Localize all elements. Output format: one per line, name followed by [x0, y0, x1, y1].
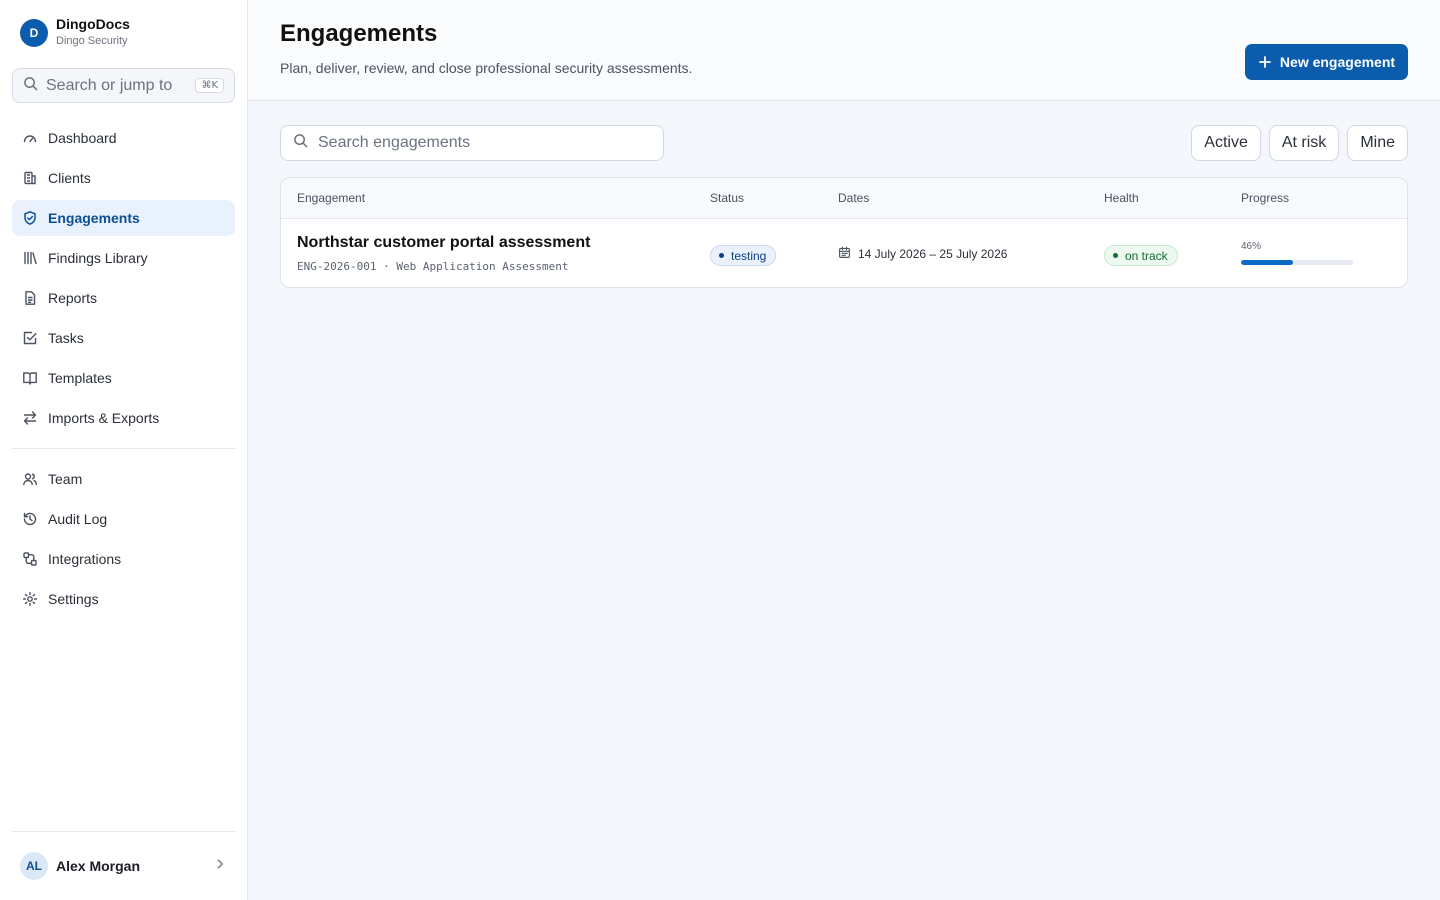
library-icon [22, 250, 38, 266]
status-label: testing [731, 248, 767, 263]
check-square-icon [22, 330, 38, 346]
user-name: Alex Morgan [56, 858, 141, 874]
sidebar-item-label: Imports & Exports [48, 410, 160, 426]
brand[interactable]: D DingoDocs Dingo Security [20, 16, 130, 49]
sidebar-item-tasks[interactable]: Tasks [12, 320, 235, 356]
sidebar-item-label: Team [48, 471, 83, 487]
column-header-engagement[interactable]: Engagement [297, 191, 365, 205]
health-badge: on track [1104, 245, 1178, 266]
nav-divider [12, 448, 235, 449]
sidebar-item-label: Clients [48, 170, 91, 186]
arrows-swap-icon [22, 410, 38, 426]
engagement-search-input[interactable] [318, 134, 648, 152]
health-label: on track [1125, 248, 1168, 263]
user-menu[interactable]: AL Alex Morgan [12, 846, 235, 886]
sidebar-item-label: Audit Log [48, 511, 108, 527]
status-badge: testing [710, 245, 777, 266]
sidebar-item-integrations[interactable]: Integrations [12, 541, 235, 577]
sidebar-item-settings[interactable]: Settings [12, 581, 235, 617]
history-icon [22, 511, 38, 527]
user-divider [12, 831, 235, 832]
sidebar-item-label: Tasks [48, 330, 84, 346]
brand-org: Dingo Security [56, 35, 128, 47]
file-text-icon [22, 290, 38, 306]
building-icon [22, 170, 38, 186]
engagements-table: Engagement Status Dates Health Progress … [280, 177, 1408, 288]
book-open-icon [22, 370, 38, 386]
users-icon [22, 471, 38, 487]
table-row[interactable]: Northstar customer portal assessment ENG… [281, 219, 1407, 287]
sidebar-item-label: Reports [48, 290, 98, 306]
sidebar-search[interactable]: Search or jump to ⌘K [12, 68, 235, 103]
sidebar-item-label: Findings Library [48, 250, 148, 266]
search-icon [293, 133, 308, 153]
sidebar-item-dashboard[interactable]: Dashboard [12, 120, 235, 156]
engagement-meta: ENG-2026-001 · Web Application Assessmen… [297, 260, 569, 273]
filter-active[interactable]: Active [1191, 125, 1261, 161]
primary-nav: Dashboard Clients Engagements Findings L… [12, 120, 235, 440]
engagement-search[interactable] [280, 125, 664, 161]
sidebar: D DingoDocs Dingo Security Search or jum… [0, 0, 248, 900]
progress-bar [1241, 260, 1353, 265]
status-dot [719, 253, 724, 258]
filter-group: Active At risk Mine [1183, 125, 1408, 161]
sidebar-item-label: Dashboard [48, 130, 117, 146]
avatar: AL [20, 852, 48, 880]
sidebar-item-label: Settings [48, 591, 99, 607]
new-engagement-label: New engagement [1279, 54, 1396, 70]
sidebar-item-templates[interactable]: Templates [12, 360, 235, 396]
column-header-dates[interactable]: Dates [838, 191, 869, 205]
column-header-status[interactable]: Status [710, 191, 744, 205]
progress-fill [1241, 260, 1293, 265]
search-icon [23, 76, 38, 96]
sidebar-item-audit-log[interactable]: Audit Log [12, 501, 235, 537]
shield-icon [22, 210, 38, 226]
column-header-progress[interactable]: Progress [1241, 191, 1289, 205]
sidebar-item-findings-library[interactable]: Findings Library [12, 240, 235, 276]
sidebar-item-team[interactable]: Team [12, 461, 235, 497]
column-header-health[interactable]: Health [1104, 191, 1139, 205]
health-dot [1113, 253, 1118, 258]
new-engagement-button[interactable]: New engagement [1245, 44, 1408, 80]
brand-name: DingoDocs [56, 16, 130, 32]
dates-label: 14 July 2026 – 25 July 2026 [858, 247, 1008, 261]
plug-icon [22, 551, 38, 567]
sidebar-item-engagements[interactable]: Engagements [12, 200, 235, 236]
plus-icon [1258, 55, 1272, 69]
shortcut-hint: ⌘K [195, 78, 224, 93]
chevron-right-icon [213, 857, 227, 876]
sidebar-search-placeholder: Search or jump to [46, 76, 173, 94]
gauge-icon [22, 130, 38, 146]
engagement-dates: 14 July 2026 – 25 July 2026 [838, 246, 1007, 262]
progress-percent: 46% [1241, 241, 1262, 252]
sidebar-item-label: Integrations [48, 551, 122, 567]
engagement-title[interactable]: Northstar customer portal assessment [297, 234, 590, 252]
page-subtitle: Plan, deliver, review, and close profess… [280, 60, 693, 76]
table-header: Engagement Status Dates Health Progress [281, 178, 1407, 219]
sidebar-item-reports[interactable]: Reports [12, 280, 235, 316]
filter-mine[interactable]: Mine [1347, 125, 1408, 161]
secondary-nav: Team Audit Log Integrations Settings [12, 461, 235, 621]
page-title: Engagements [280, 20, 438, 47]
sidebar-item-imports-exports[interactable]: Imports & Exports [12, 400, 235, 436]
page-header: Engagements Plan, deliver, review, and c… [248, 0, 1440, 101]
calendar-icon [838, 246, 851, 262]
sidebar-item-clients[interactable]: Clients [12, 160, 235, 196]
gear-icon [22, 591, 38, 607]
filter-at-risk[interactable]: At risk [1268, 125, 1340, 161]
sidebar-item-label: Templates [48, 370, 112, 386]
brand-avatar: D [20, 18, 48, 47]
sidebar-item-label: Engagements [48, 210, 140, 226]
